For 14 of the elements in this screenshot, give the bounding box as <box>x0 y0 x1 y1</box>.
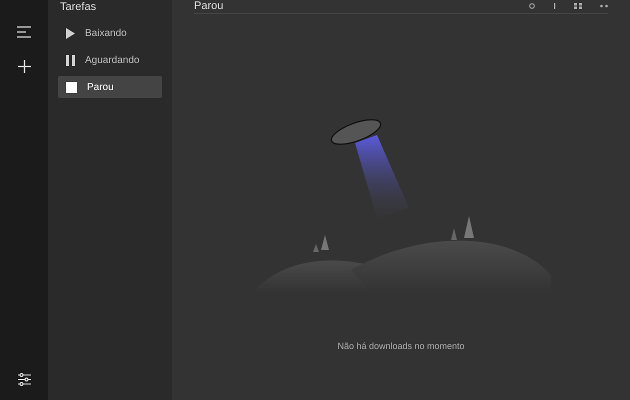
page-title: Parou <box>194 0 224 12</box>
menu-icon[interactable] <box>17 26 31 38</box>
sidebar-item[interactable]: Parou <box>58 76 162 98</box>
grid-icon[interactable] <box>574 3 582 9</box>
add-icon[interactable] <box>18 60 30 73</box>
sidebar-item[interactable]: Baixando <box>58 22 162 44</box>
sidebar-title: Tarefas <box>59 0 98 15</box>
sidebar-item[interactable]: Aguardando <box>58 49 162 71</box>
empty-state-message: Não há downloads no momento <box>337 340 465 353</box>
stop-icon <box>66 82 77 92</box>
more-icon[interactable] <box>600 4 608 8</box>
play-icon <box>66 28 75 38</box>
pause-icon <box>66 54 75 66</box>
settings-sliders-icon[interactable] <box>18 373 30 386</box>
